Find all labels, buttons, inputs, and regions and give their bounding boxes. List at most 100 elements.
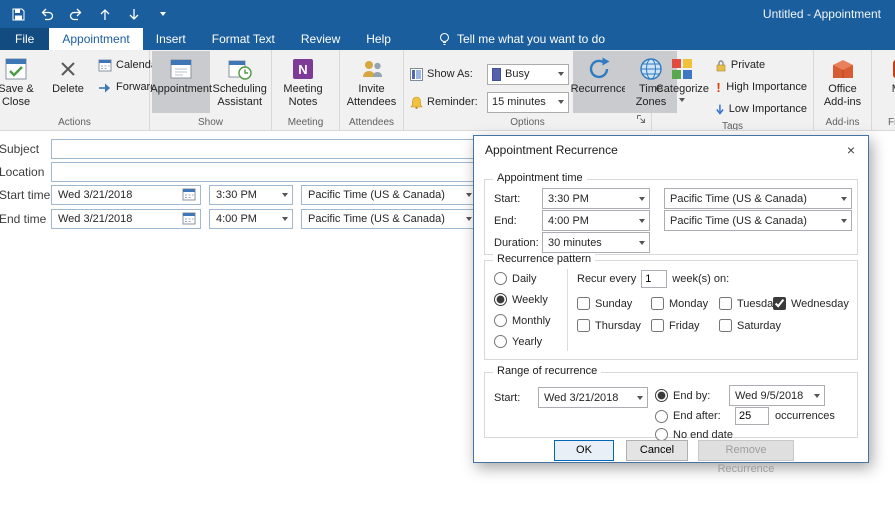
- low-importance-button[interactable]: Low Importance: [711, 99, 811, 119]
- range-legend: Range of recurrence: [493, 365, 602, 377]
- save-close-icon: [3, 55, 29, 83]
- save-icon: [12, 8, 24, 20]
- end-time-select[interactable]: 4:00 PM: [209, 209, 293, 229]
- monthly-radio-input[interactable]: [494, 314, 507, 327]
- save-close-button[interactable]: Save & Close: [0, 51, 42, 113]
- tab-appointment[interactable]: Appointment: [49, 28, 143, 50]
- end-after-radio-input[interactable]: [655, 409, 668, 423]
- tab-file[interactable]: File: [0, 28, 50, 50]
- private-button[interactable]: Private: [711, 55, 811, 75]
- cancel-button[interactable]: Cancel: [626, 440, 688, 461]
- show-as-label: Show As:: [427, 68, 473, 80]
- start-date-picker[interactable]: Wed 3/21/2018: [51, 185, 201, 205]
- reminder-select[interactable]: 15 minutes: [487, 91, 569, 113]
- day-checkbox-wednesday[interactable]: Wednesday: [773, 297, 849, 310]
- arrow-down-icon: [129, 8, 139, 20]
- frequency-weekly[interactable]: Weekly: [494, 293, 551, 306]
- arrow-up-icon: [100, 8, 110, 20]
- categorize-icon: [670, 55, 694, 83]
- yearly-radio-input[interactable]: [494, 335, 507, 348]
- day-checkbox-monday[interactable]: Monday: [651, 297, 719, 310]
- appointment-recurrence-dialog: Appointment Recurrence × Appointment tim…: [473, 135, 869, 475]
- tab-review[interactable]: Review: [288, 28, 353, 50]
- customize-qat-button[interactable]: [155, 6, 171, 22]
- ribbon-group-tags: Categorize Private ! High Importance Low…: [652, 50, 814, 130]
- tab-format-text[interactable]: Format Text: [199, 28, 288, 50]
- close-button[interactable]: ×: [835, 137, 867, 163]
- scheduling-assistant-button[interactable]: Scheduling Assistant: [210, 51, 269, 113]
- dialog-end-timezone-value: Pacific Time (US & Canada): [670, 214, 807, 227]
- weekly-label: Weekly: [512, 293, 548, 306]
- start-time-select[interactable]: 3:30 PM: [209, 185, 293, 205]
- undo-button[interactable]: [39, 6, 55, 22]
- date-picker-icon[interactable]: [182, 211, 196, 228]
- options-dialog-launcher[interactable]: [636, 114, 646, 129]
- start-timezone-value: Pacific Time (US & Canada): [308, 189, 445, 201]
- day-checkbox-thursday[interactable]: Thursday: [577, 319, 651, 332]
- lightbulb-icon: [439, 32, 449, 46]
- end-date-picker[interactable]: Wed 3/21/2018: [51, 209, 201, 229]
- meeting-notes-button[interactable]: N Meeting Notes: [274, 51, 332, 113]
- end-by-radio-input[interactable]: [655, 389, 668, 402]
- end-time-value: 4:00 PM: [216, 213, 257, 225]
- office-addins-button[interactable]: Office Add-ins: [816, 51, 869, 113]
- thursday-checkbox-input[interactable]: [577, 319, 590, 332]
- weekly-radio-input[interactable]: [494, 293, 507, 306]
- saturday-checkbox-input[interactable]: [719, 319, 732, 332]
- redo-button[interactable]: [68, 6, 84, 22]
- dialog-end-time-select[interactable]: 4:00 PM: [542, 210, 650, 231]
- dialog-start-timezone-select[interactable]: Pacific Time (US & Canada): [664, 188, 852, 209]
- dialog-end-timezone-select[interactable]: Pacific Time (US & Canada): [664, 210, 852, 231]
- wednesday-checkbox-input[interactable]: [773, 297, 786, 310]
- lock-icon: [716, 59, 726, 71]
- range-start-date-select[interactable]: Wed 3/21/2018: [538, 387, 648, 408]
- show-as-select[interactable]: Busy: [487, 63, 569, 85]
- end-after-radio[interactable]: End after:: [655, 409, 729, 423]
- end-by-radio[interactable]: End by:: [655, 389, 729, 402]
- tell-me-box[interactable]: Tell me what you want to do: [438, 28, 605, 50]
- occurrences-input[interactable]: [735, 407, 769, 425]
- date-picker-icon[interactable]: [182, 187, 196, 204]
- end-by-date-value: Wed 9/5/2018: [735, 389, 804, 402]
- friday-checkbox-input[interactable]: [651, 319, 664, 332]
- daily-radio-input[interactable]: [494, 272, 507, 285]
- tuesday-checkbox-input[interactable]: [719, 297, 732, 310]
- previous-item-button[interactable]: [97, 6, 113, 22]
- monday-checkbox-input[interactable]: [651, 297, 664, 310]
- end-by-label: End by:: [673, 389, 711, 402]
- frequency-monthly[interactable]: Monthly: [494, 314, 551, 327]
- day-checkbox-tuesday[interactable]: Tuesday: [719, 297, 779, 310]
- dialog-title[interactable]: Appointment Recurrence: [474, 136, 832, 164]
- day-checkbox-friday[interactable]: Friday: [651, 319, 719, 332]
- recur-interval-input[interactable]: [641, 270, 668, 288]
- delete-button[interactable]: Delete: [42, 51, 94, 113]
- save-button[interactable]: [10, 6, 26, 22]
- start-timezone-select[interactable]: Pacific Time (US & Canada): [301, 185, 477, 205]
- day-checkbox-sunday[interactable]: Sunday: [577, 297, 651, 310]
- yearly-label: Yearly: [512, 335, 543, 348]
- frequency-yearly[interactable]: Yearly: [494, 335, 551, 348]
- scheduling-assistant-label: Scheduling Assistant: [212, 83, 267, 108]
- invite-attendees-button[interactable]: Invite Attendees: [342, 51, 401, 113]
- end-by-date-select[interactable]: Wed 9/5/2018: [729, 385, 825, 406]
- ribbon-group-actions: Save & Close Delete Calendar Forward Act…: [0, 50, 167, 130]
- next-item-button[interactable]: [126, 6, 142, 22]
- meeting-button-partial[interactable]: Meet: [874, 51, 895, 113]
- group-label-show: Show: [197, 117, 223, 128]
- dialog-duration-select[interactable]: 30 minutes: [542, 232, 650, 253]
- categorize-button[interactable]: Categorize: [654, 51, 711, 113]
- end-timezone-select[interactable]: Pacific Time (US & Canada): [301, 209, 477, 229]
- chevron-down-icon: [637, 396, 643, 400]
- day-checkbox-saturday[interactable]: Saturday: [719, 319, 781, 332]
- high-importance-button[interactable]: ! High Importance: [711, 77, 811, 97]
- ok-button[interactable]: OK: [554, 440, 614, 461]
- tab-insert[interactable]: Insert: [143, 28, 199, 50]
- dialog-start-time-select[interactable]: 3:30 PM: [542, 188, 650, 209]
- appointment-button[interactable]: Appointment: [150, 51, 212, 113]
- ribbon-group-meeting-notes: N Meeting Notes Meeting Notes: [272, 50, 340, 130]
- recurrence-button[interactable]: Recurrence: [571, 51, 627, 113]
- monthly-label: Monthly: [512, 314, 551, 327]
- tab-help[interactable]: Help: [353, 28, 404, 50]
- sunday-checkbox-input[interactable]: [577, 297, 590, 310]
- frequency-daily[interactable]: Daily: [494, 272, 551, 285]
